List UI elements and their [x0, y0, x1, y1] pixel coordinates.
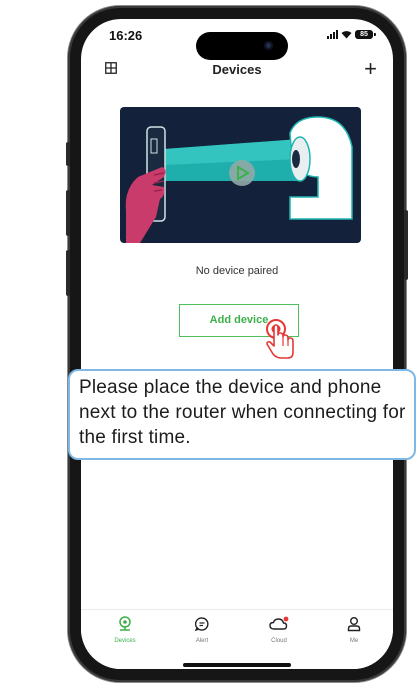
battery-icon: 85 [355, 29, 376, 39]
message-icon [194, 617, 209, 632]
pairing-illustration [120, 107, 361, 243]
person-icon [347, 617, 361, 632]
tab-devices[interactable]: Devices [95, 616, 155, 644]
tab-cloud[interactable]: Cloud [249, 616, 309, 644]
side-button-volume-down [66, 250, 70, 296]
wifi-icon [341, 30, 352, 38]
status-icons: 85 [327, 29, 376, 39]
tab-alert[interactable]: Alert [172, 616, 232, 644]
signal-icon [327, 29, 338, 39]
empty-state-message: No device paired [195, 265, 279, 277]
side-button-volume-up [66, 190, 70, 236]
tab-label-devices: Devices [114, 638, 136, 644]
instruction-text: Please place the device and phone next t… [79, 377, 406, 448]
battery-level: 85 [360, 30, 368, 38]
tab-label-cloud: Cloud [271, 638, 287, 644]
home-indicator [183, 663, 291, 667]
page-title: Devices [212, 62, 262, 77]
cloud-badge [283, 616, 289, 622]
tab-label-me: Me [349, 638, 359, 644]
cloud-icon [269, 616, 289, 630]
pairing-illustration-graphic [125, 116, 353, 243]
pointing-hand-icon [266, 319, 294, 359]
dynamic-island [196, 32, 288, 60]
status-time: 16:26 [109, 28, 143, 43]
tab-label-alert: Alert [195, 638, 209, 644]
side-button-action [66, 142, 70, 166]
plus-icon[interactable]: + [364, 58, 377, 80]
camera-icon [119, 616, 131, 631]
tab-me[interactable]: Me [324, 616, 384, 644]
bottom-tab-bar: Devices Alert Cloud Me [81, 609, 393, 669]
phone-screen: 16:26 85 Devices + No device paired Add … [81, 19, 393, 669]
instruction-callout: Please place the device and phone next t… [68, 369, 416, 460]
header-bar: Devices + [81, 58, 393, 81]
side-button-power [404, 210, 408, 280]
front-camera-icon [264, 41, 273, 50]
